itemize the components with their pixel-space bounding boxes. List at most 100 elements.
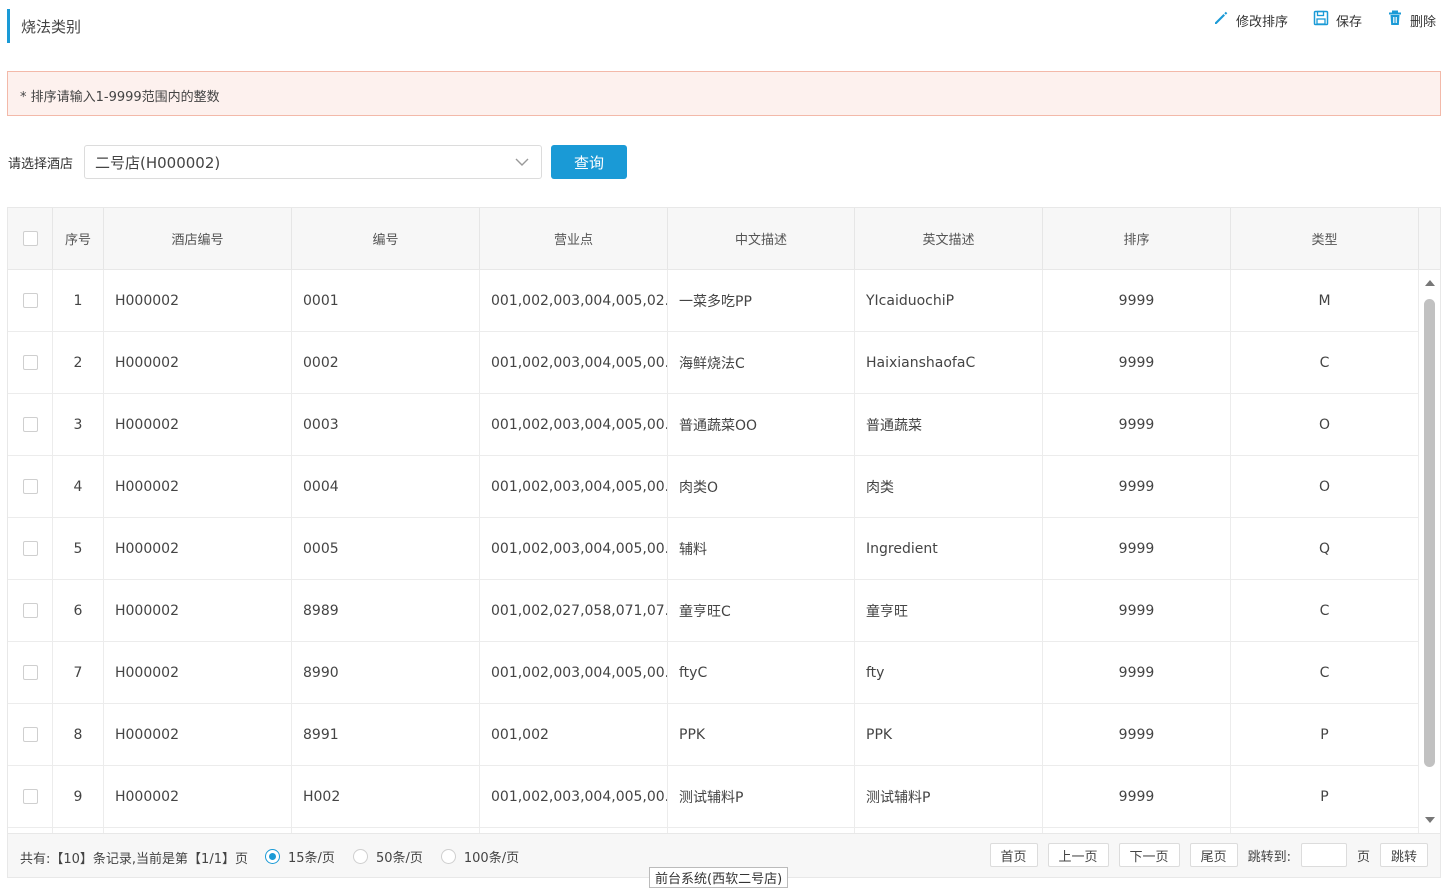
jump-button[interactable]: 跳转 [1379,843,1428,867]
cell-sort: 9999 [1043,270,1231,331]
header-select-all[interactable] [8,208,53,269]
cell-sort: 9999 [1043,580,1231,641]
next-page-button[interactable]: 下一页 [1118,843,1180,867]
cell-code: 0004 [292,456,480,517]
floppy-disk-icon [1312,9,1330,31]
row-checkbox[interactable] [22,541,38,556]
radio-selected[interactable] [265,849,280,864]
cell-sort: 9999 [1043,704,1231,765]
page-size-label: 50条/页 [375,851,423,866]
pager-controls: 首页 上一页 下一页 尾页 跳转到: 页 跳转 [989,843,1428,867]
row-checkbox[interactable] [22,479,38,494]
cell-type: M [1231,270,1419,331]
cell-en: 普通蔬菜 [855,394,1043,455]
row-checkbox[interactable] [22,293,38,308]
page-size-15[interactable]: 15条/页 [265,847,335,866]
delete-button[interactable]: 删除 [1386,9,1436,31]
row-checkbox[interactable] [22,355,38,370]
cell-en: 肉类 [855,456,1043,517]
cell-cn: 普通蔬菜OO [668,394,855,455]
row-checkbox[interactable] [22,789,38,804]
chevron-down-icon [515,158,529,166]
row-select[interactable] [8,394,53,455]
row-select[interactable] [8,642,53,703]
row-select[interactable] [8,766,53,827]
row-select[interactable] [8,456,53,517]
cell-outlets: 001,002 [480,704,668,765]
table-row[interactable]: 9 H000002 H002 001,002,003,004,005,00...… [8,766,1419,828]
row-select[interactable] [8,270,53,331]
jump-label: 跳转到: [1247,849,1291,865]
table-row[interactable]: 4 H000002 0004 001,002,003,004,005,00...… [8,456,1419,518]
cell-code: 8990 [292,642,480,703]
cell-en: YIcaiduochiP [855,270,1043,331]
scroll-up-arrow-icon[interactable] [1425,280,1435,286]
cell-sort: 9999 [1043,766,1231,827]
data-table: 序号 酒店编号 编号 营业点 中文描述 英文描述 排序 类型 1 H000002… [7,207,1441,834]
cell-sort: 9999 [1043,518,1231,579]
row-checkbox[interactable] [22,665,38,680]
column-header: 英文描述 [855,208,1043,269]
row-checkbox[interactable] [22,603,38,618]
row-select[interactable] [8,518,53,579]
cell-no: 5 [53,518,104,579]
table-row[interactable]: 2 H000002 0002 001,002,003,004,005,00...… [8,332,1419,394]
save-button[interactable]: 保存 [1312,9,1362,31]
table-row[interactable]: 5 H000002 0005 001,002,003,004,005,00...… [8,518,1419,580]
page-size-options: 15条/页 50条/页 100条/页 [265,847,519,866]
scroll-down-arrow-icon[interactable] [1425,817,1435,823]
prev-page-button[interactable]: 上一页 [1047,843,1109,867]
cell-sort: 9999 [1043,642,1231,703]
last-page-button[interactable]: 尾页 [1189,843,1238,867]
cell-type: O [1231,394,1419,455]
cell-outlets: 001,002,003,004,005,02... [480,270,668,331]
select-all-checkbox[interactable] [22,231,38,246]
row-checkbox[interactable] [22,727,38,742]
record-summary: 共有:【10】条记录,当前是第【1/1】页 [20,852,248,867]
page-size-50[interactable]: 50条/页 [352,847,423,866]
table-row[interactable]: 1 H000002 0001 001,002,003,004,005,02...… [8,270,1419,332]
cell-outlets: 001,002,003,004,005,00... [480,332,668,393]
cell-type: C [1231,642,1419,703]
cell-hotel: H000002 [104,766,292,827]
delete-label: 删除 [1409,14,1436,30]
table-row[interactable]: 8 H000002 8991 001,002 PPK PPK 9999 P [8,704,1419,766]
page-size-100[interactable]: 100条/页 [440,847,519,866]
radio-unselected[interactable] [440,849,456,864]
row-checkbox[interactable] [22,417,38,432]
cell-hotel: H000002 [104,456,292,517]
cell-cn: ftyC [668,642,855,703]
first-page-button[interactable]: 首页 [989,843,1038,867]
hotel-select[interactable]: 二号店(H000002) [84,145,542,179]
cell-outlets: 001,002,003,004,005,00... [480,766,668,827]
cell-hotel: H000002 [104,704,292,765]
table-row[interactable]: 3 H000002 0003 001,002,003,004,005,00...… [8,394,1419,456]
cell-outlets: 001,002,027,058,071,07... [480,580,668,641]
column-header: 中文描述 [668,208,855,269]
row-select[interactable] [8,332,53,393]
hotel-filter: 请选择酒店 二号店(H000002) 查询 [8,145,627,179]
table-scrollbar[interactable] [1419,270,1440,833]
hotel-select-value: 二号店(H000002) [95,153,221,172]
cell-hotel: H000002 [104,270,292,331]
page-header: 烧法类别 修改排序 保存 删除 [0,0,1450,56]
cell-outlets: 001,002,003,004,005,00... [480,394,668,455]
radio-unselected[interactable] [352,849,368,864]
cell-no: 9 [53,766,104,827]
cell-en: 测试辅料P [855,766,1043,827]
column-header: 酒店编号 [104,208,292,269]
column-header: 排序 [1043,208,1231,269]
jump-page-input[interactable] [1300,843,1347,867]
cell-en: Ingredient [855,518,1043,579]
row-select[interactable] [8,704,53,765]
edit-sort-label: 修改排序 [1235,14,1288,30]
query-button[interactable]: 查询 [551,145,627,179]
row-select[interactable] [8,580,53,641]
table-row[interactable]: 7 H000002 8990 001,002,003,004,005,00...… [8,642,1419,704]
cell-no: 8 [53,704,104,765]
edit-sort-button[interactable]: 修改排序 [1212,9,1288,31]
table-row[interactable]: 6 H000002 8989 001,002,027,058,071,07...… [8,580,1419,642]
cell-hotel: H000002 [104,580,292,641]
cell-en: fty [855,642,1043,703]
scrollbar-thumb[interactable] [1424,299,1435,767]
